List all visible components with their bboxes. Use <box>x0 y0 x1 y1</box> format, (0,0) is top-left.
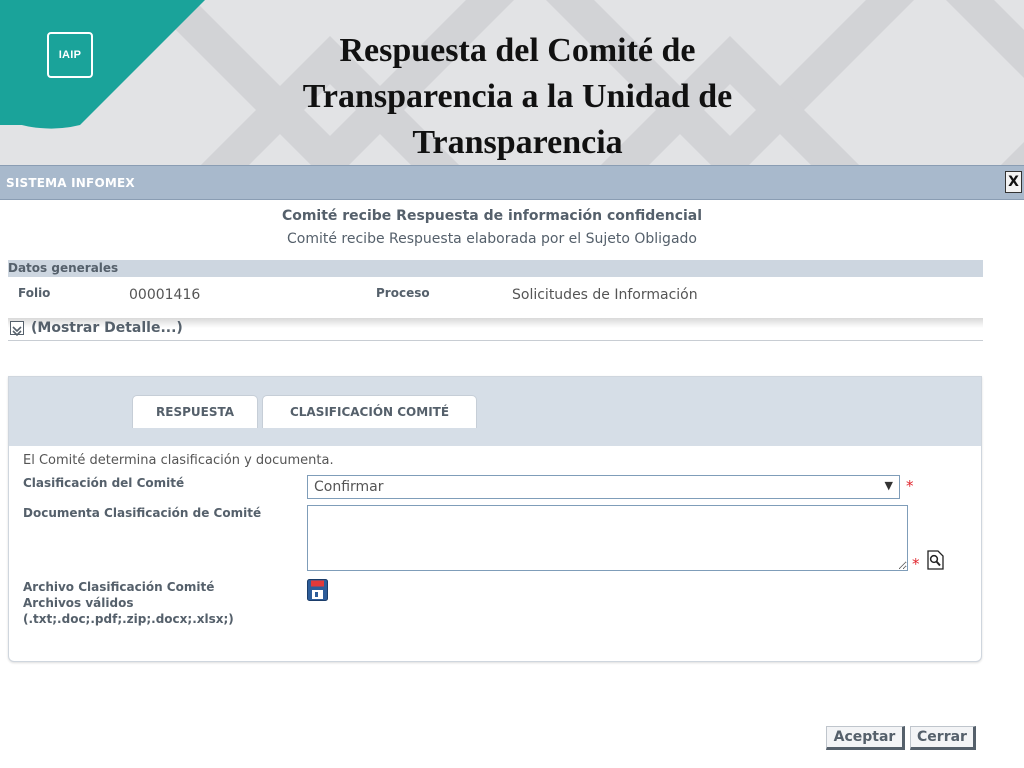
window-title-bar: SISTEMA INFOMEX X <box>0 165 1024 200</box>
datos-generales-header: Datos generales <box>8 260 983 277</box>
mostrar-detalle-label[interactable]: (Mostrar Detalle...) <box>31 320 183 336</box>
documenta-label: Documenta Clasificación de Comité <box>23 506 262 520</box>
tab-clasificacion-comite[interactable]: CLASIFICACIÓN COMITÉ <box>262 395 477 428</box>
slide-title: Respuesta del Comité de Transparencia a … <box>302 32 733 161</box>
datos-generales-title: Datos generales <box>8 261 119 275</box>
proceso-label: Proceso <box>376 286 430 300</box>
teal-corner-shape <box>0 0 205 125</box>
iaip-logo: IAIP <box>47 32 93 78</box>
documenta-textarea[interactable] <box>307 505 908 571</box>
aceptar-button[interactable]: Aceptar <box>826 726 905 750</box>
required-marker: * <box>912 555 920 573</box>
process-subtitle: Comité recibe Respuesta elaborada por el… <box>287 231 697 247</box>
proceso-value: Solicitudes de Información <box>512 287 698 303</box>
tab-strip: RESPUESTA CLASIFICACIÓN COMITÉ <box>9 377 981 446</box>
floppy-disk-icon[interactable] <box>307 579 328 601</box>
clasificacion-select[interactable]: Confirmar ▼ <box>307 475 900 499</box>
archivo-label: Archivo Clasificación Comité <box>23 580 215 594</box>
search-document-icon[interactable] <box>927 550 944 570</box>
process-title: Comité recibe Respuesta de información c… <box>281 208 703 224</box>
archivos-validos-extensions: (.txt;.doc;.pdf;.zip;.docx;.xlsx;) <box>23 612 234 626</box>
tab-panel: RESPUESTA CLASIFICACIÓN COMITÉ El Comité… <box>8 376 982 662</box>
folio-label: Folio <box>18 286 51 300</box>
tab-respuesta[interactable]: RESPUESTA <box>132 395 258 428</box>
mostrar-detalle-toggle[interactable]: (Mostrar Detalle...) <box>8 318 983 341</box>
cerrar-button[interactable]: Cerrar <box>910 726 976 750</box>
chevron-double-down-icon[interactable] <box>10 321 24 337</box>
close-window-button[interactable]: X <box>1005 171 1022 193</box>
required-marker: * <box>906 477 914 495</box>
clasificacion-selected-value: Confirmar <box>314 479 384 495</box>
archivos-validos-label: Archivos válidos <box>23 596 134 610</box>
form-intro: El Comité determina clasificación y docu… <box>23 453 334 468</box>
dropdown-arrow-icon[interactable]: ▼ <box>885 479 893 492</box>
folio-value: 00001416 <box>129 287 201 303</box>
clasificacion-label: Clasificación del Comité <box>23 476 185 490</box>
window-title: SISTEMA INFOMEX <box>6 176 135 190</box>
slide-header: IAIP Respuesta del Comité de Transparenc… <box>0 0 1024 165</box>
